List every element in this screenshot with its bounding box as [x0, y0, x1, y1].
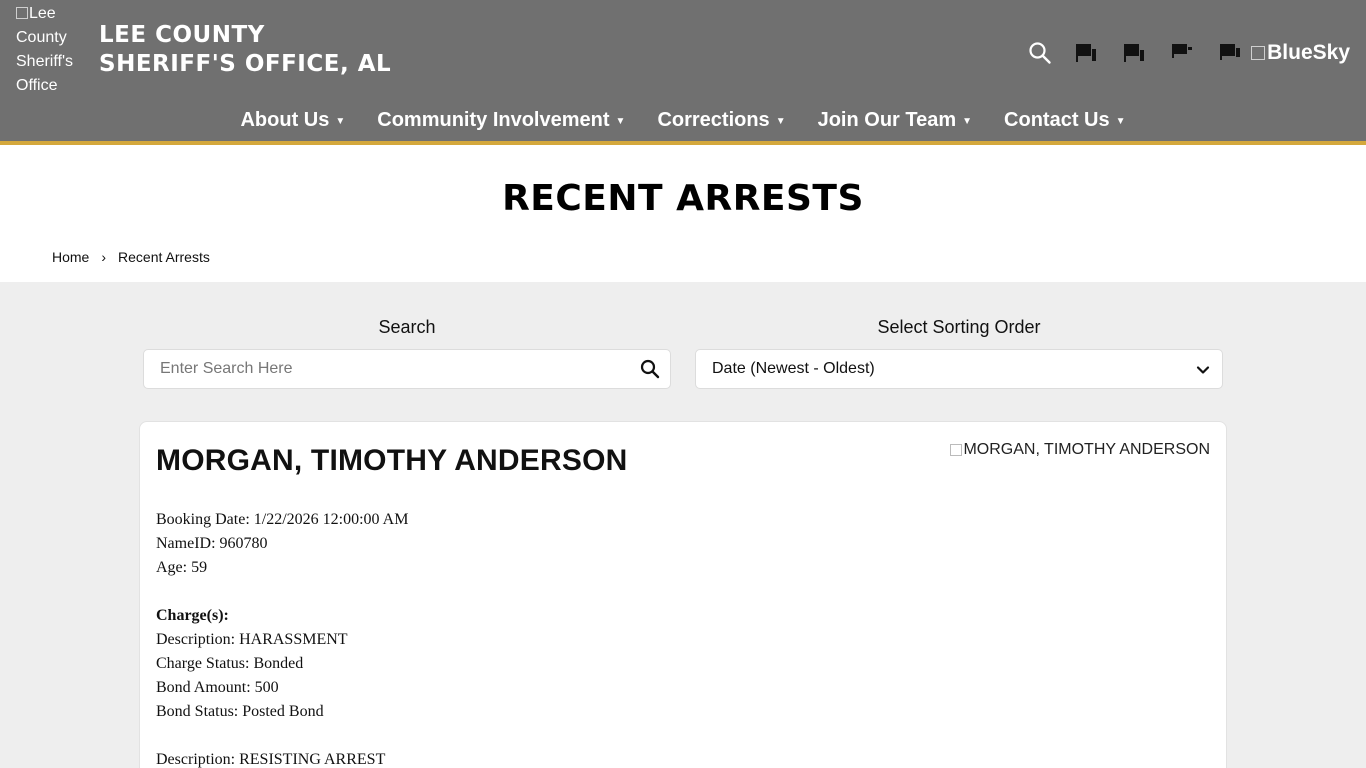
charge-status: Charge Status: Bonded: [156, 655, 304, 672]
social-link-instagram[interactable]: [1217, 41, 1243, 65]
caret-down-icon: ▼: [615, 115, 626, 127]
name-id: NameID: 960780: [156, 535, 268, 552]
sort-label: Select Sorting Order: [877, 317, 1041, 337]
search-box: [143, 349, 671, 389]
nav-item-label: About Us: [240, 108, 330, 131]
title-band: RECENT ARRESTS Home › Recent Arrests: [0, 145, 1366, 282]
twitter-icon: [1124, 44, 1145, 62]
booking-date: Booking Date: 1/22/2026 12:00:00 AM: [156, 511, 409, 528]
nav-item-community-involvement[interactable]: Community Involvement ▼: [377, 104, 625, 136]
bond-amount: Bond Amount: 500: [156, 679, 279, 696]
breadcrumb-home-link[interactable]: Home: [52, 249, 89, 265]
chevron-down-icon: [1196, 366, 1210, 374]
charge-description: Description: HARASSMENT: [156, 631, 348, 648]
social-link-twitter[interactable]: [1121, 41, 1147, 65]
nav-item-contact-us[interactable]: Contact Us ▼: [1004, 104, 1125, 136]
nav-item-label: Join Our Team: [817, 108, 957, 131]
sort-order-select[interactable]: Date (Newest - Oldest): [695, 349, 1223, 389]
search-label: Search: [378, 317, 436, 337]
bond-status: Bond Status: Posted Bond: [156, 703, 324, 720]
breadcrumb-separator-icon: ›: [101, 249, 107, 265]
breadcrumb: Home › Recent Arrests: [52, 249, 210, 265]
nav-item-corrections[interactable]: Corrections ▼: [657, 104, 785, 136]
site-title[interactable]: LEE COUNTY SHERIFF'S OFFICE, AL: [99, 21, 391, 79]
caret-down-icon: ▼: [335, 115, 346, 127]
arrest-record-card: MORGAN, TIMOTHY ANDERSON MORGAN, TIMOTHY…: [139, 421, 1227, 768]
social-link-bluesky[interactable]: BlueSky: [1251, 41, 1350, 65]
social-link-facebook[interactable]: [1073, 41, 1099, 65]
nav-item-join-our-team[interactable]: Join Our Team ▼: [818, 104, 972, 136]
inmate-photo: MORGAN, TIMOTHY ANDERSON: [950, 441, 1210, 459]
breadcrumb-current: Recent Arrests: [118, 249, 210, 265]
bluesky-alt-text: BlueSky: [1267, 41, 1350, 64]
search-icon: [1029, 42, 1051, 64]
caret-down-icon: ▼: [1115, 115, 1126, 127]
nav-item-label: Contact Us: [1004, 108, 1110, 131]
sort-order-value: Date (Newest - Oldest): [712, 360, 875, 377]
inmate-name: MORGAN, TIMOTHY ANDERSON: [156, 444, 628, 477]
nav-item-about-us[interactable]: About Us ▼: [240, 104, 345, 136]
header-tools: BlueSky: [1025, 38, 1350, 68]
main-nav: About Us ▼ Community Involvement ▼ Correct…: [0, 104, 1366, 136]
youtube-icon: [1172, 44, 1193, 58]
site-header: Lee County Sheriff's Office LEE COUNTY S…: [0, 0, 1366, 141]
facebook-icon: [1076, 44, 1097, 62]
broken-image-icon: [950, 444, 963, 456]
age: Age: 59: [156, 559, 208, 576]
social-link-youtube[interactable]: [1169, 41, 1195, 65]
search-icon[interactable]: [640, 359, 660, 379]
page-title: RECENT ARRESTS: [502, 178, 864, 219]
nav-item-label: Corrections: [657, 108, 770, 131]
broken-image-icon: [16, 7, 28, 19]
record-details: Booking Date: 1/22/2026 12:00:00 AM Name…: [156, 508, 408, 768]
broken-image-icon: [1251, 46, 1266, 60]
charge-description: Description: RESISTING ARREST: [156, 751, 386, 768]
header-search-button[interactable]: [1025, 38, 1055, 68]
caret-down-icon: ▼: [775, 115, 786, 127]
nav-item-label: Community Involvement: [377, 108, 610, 131]
search-input[interactable]: [144, 350, 624, 388]
caret-down-icon: ▼: [962, 115, 973, 127]
inmate-photo-alt-text: MORGAN, TIMOTHY ANDERSON: [963, 441, 1210, 458]
instagram-icon: [1220, 44, 1241, 60]
charges-heading: Charge(s):: [156, 607, 229, 624]
site-logo[interactable]: Lee County Sheriff's Office: [16, 2, 96, 98]
